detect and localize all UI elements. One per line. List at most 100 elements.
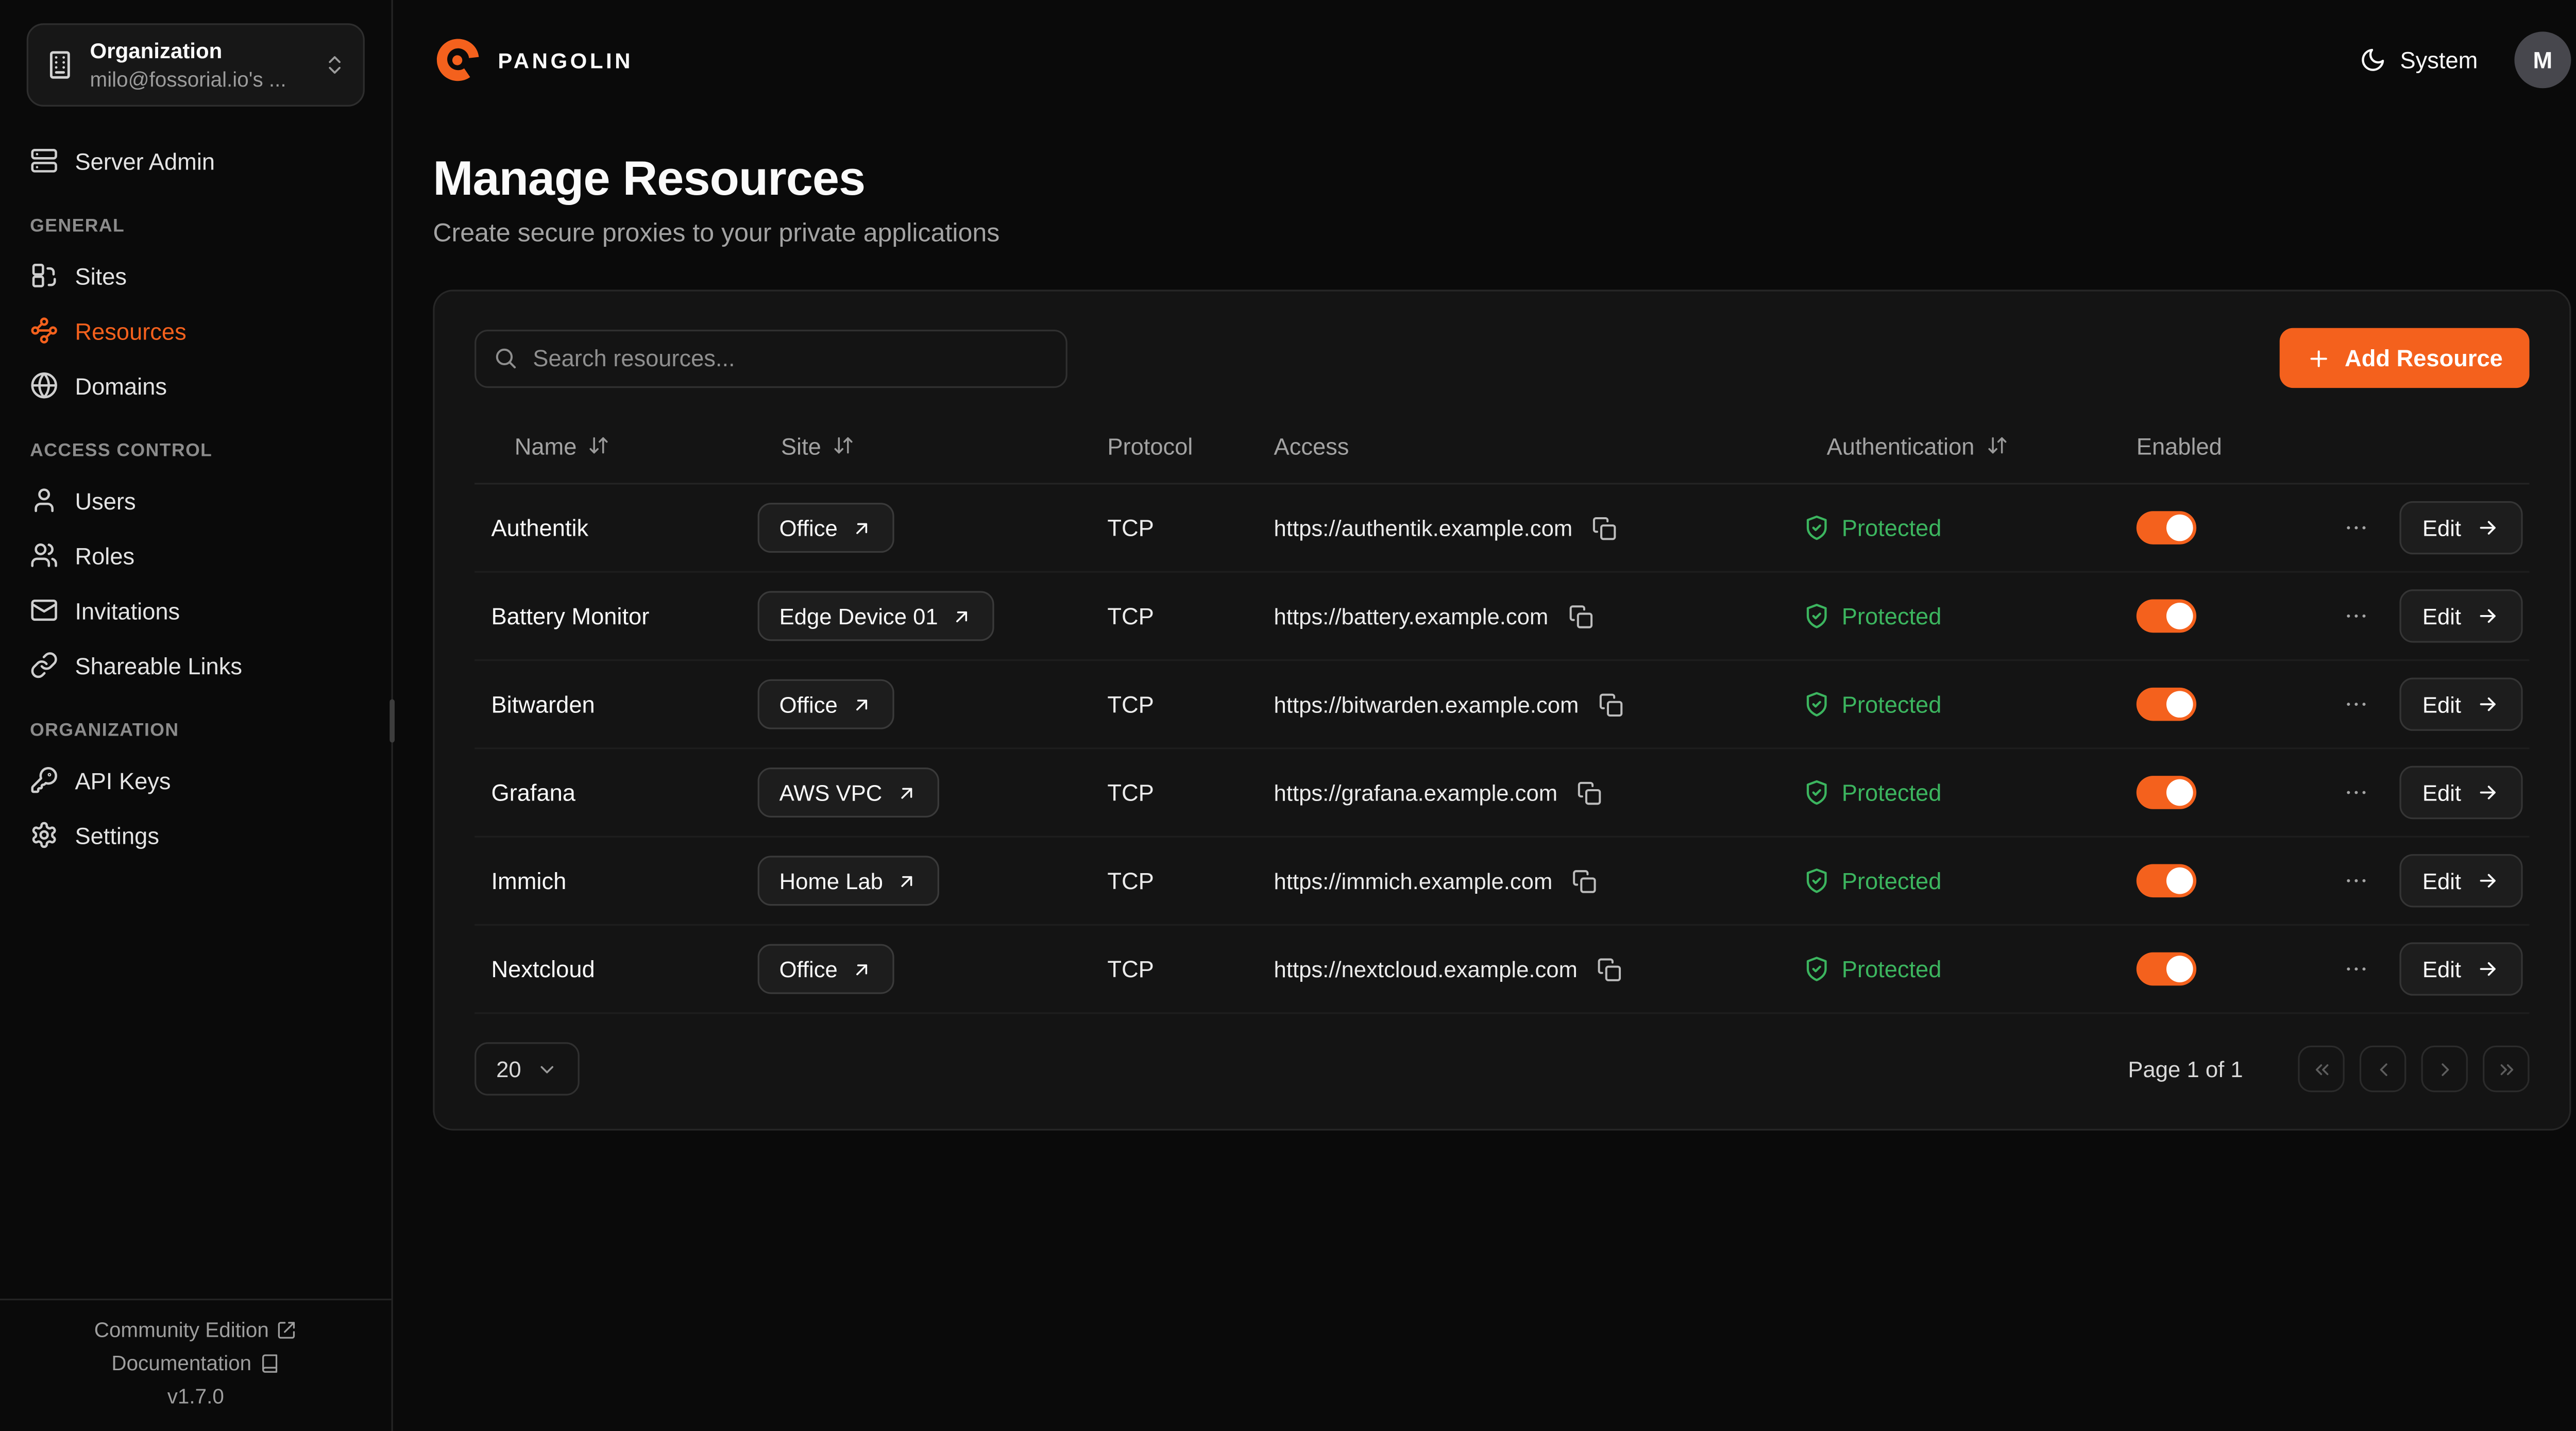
site-link-button[interactable]: Office	[758, 944, 894, 994]
plus-icon	[2307, 346, 2331, 370]
sidebar-item-label: Shareable Links	[75, 653, 242, 679]
site-link-button[interactable]: AWS VPC	[758, 768, 939, 817]
column-header-name[interactable]: Name	[474, 432, 741, 459]
column-header-site[interactable]: Site	[741, 432, 1091, 459]
previous-page-button[interactable]	[2360, 1046, 2406, 1092]
documentation-link[interactable]: Documentation	[111, 1351, 280, 1374]
section-heading-access-control: ACCESS CONTROL	[0, 414, 392, 473]
page-size-select[interactable]: 20	[474, 1042, 580, 1095]
sidebar-item-roles[interactable]: Roles	[0, 529, 392, 584]
next-page-button[interactable]	[2421, 1046, 2467, 1092]
sidebar-item-label: Roles	[75, 542, 134, 569]
sidebar-item-label: Settings	[75, 822, 159, 849]
copy-url-button[interactable]	[1589, 512, 1621, 543]
sites-icon	[30, 262, 58, 291]
column-header-authentication[interactable]: Authentication	[1787, 432, 2120, 459]
toggle-knob	[2166, 691, 2193, 718]
table-row: Grafana AWS VPC TCP https://grafana.exam…	[474, 749, 2529, 837]
sidebar-item-shareable-links[interactable]: Shareable Links	[0, 638, 392, 693]
avatar[interactable]: M	[2514, 31, 2571, 88]
globe-icon	[30, 372, 58, 400]
sidebar-resize-handle[interactable]	[389, 699, 395, 742]
org-selector[interactable]: Organization milo@fossorial.io's ...	[27, 23, 365, 107]
sidebar-item-api-keys[interactable]: API Keys	[0, 753, 392, 808]
toggle-knob	[2166, 867, 2193, 894]
row-menu-button[interactable]	[2336, 508, 2376, 548]
site-link-button[interactable]: Office	[758, 679, 894, 729]
copy-icon	[1598, 957, 1622, 981]
row-menu-button[interactable]	[2336, 684, 2376, 724]
copy-icon	[1592, 515, 1617, 540]
sidebar-item-sites[interactable]: Sites	[0, 249, 392, 304]
copy-url-button[interactable]	[1596, 688, 1627, 720]
external-link-icon	[277, 1320, 297, 1340]
edit-button[interactable]: Edit	[2399, 854, 2523, 907]
mail-icon	[30, 597, 58, 625]
community-edition-link[interactable]: Community Edition	[94, 1318, 297, 1341]
first-page-button[interactable]	[2298, 1046, 2344, 1092]
sort-icon	[1986, 435, 2008, 456]
copy-url-button[interactable]	[1569, 865, 1601, 896]
shield-check-icon	[1803, 515, 1830, 541]
arrow-up-right-icon	[851, 693, 873, 715]
copy-url-button[interactable]	[1574, 777, 1605, 808]
row-menu-button[interactable]	[2336, 861, 2376, 901]
users-icon	[30, 542, 58, 570]
ellipsis-icon	[2343, 779, 2369, 806]
enabled-toggle[interactable]	[2137, 952, 2196, 986]
resource-name: Immich	[474, 867, 741, 894]
row-menu-button[interactable]	[2336, 949, 2376, 989]
arrow-up-right-icon	[851, 517, 873, 539]
copy-url-button[interactable]	[1594, 953, 1625, 984]
row-menu-button[interactable]	[2336, 596, 2376, 636]
site-link-button[interactable]: Home Lab	[758, 856, 940, 906]
shield-check-icon	[1803, 956, 1830, 982]
copy-icon	[1572, 868, 1597, 893]
enabled-toggle[interactable]	[2137, 600, 2196, 633]
sidebar-item-server-admin[interactable]: Server Admin	[0, 134, 392, 189]
shield-check-icon	[1803, 779, 1830, 806]
search-icon	[493, 346, 518, 370]
copy-url-button[interactable]	[1565, 600, 1597, 632]
search-input[interactable]	[474, 329, 1067, 387]
site-link-button[interactable]: Edge Device 01	[758, 591, 995, 641]
resources-card: Add Resource Name Site Protocol Access	[433, 289, 2571, 1130]
chevrons-left-icon	[2311, 1058, 2332, 1080]
resource-name: Authentik	[474, 515, 741, 541]
arrow-right-icon	[2476, 957, 2499, 980]
edit-button[interactable]: Edit	[2399, 942, 2523, 995]
site-link-button[interactable]: Office	[758, 503, 894, 553]
enabled-toggle[interactable]	[2137, 864, 2196, 897]
sidebar-nav: Server Admin GENERAL Sites Resources Dom…	[0, 121, 392, 863]
search-box	[474, 329, 1067, 387]
sidebar-item-resources[interactable]: Resources	[0, 304, 392, 359]
org-selector-text: Organization milo@fossorial.io's ...	[90, 37, 308, 94]
sidebar-item-settings[interactable]: Settings	[0, 808, 392, 863]
toggle-knob	[2166, 603, 2193, 629]
sidebar-item-invitations[interactable]: Invitations	[0, 584, 392, 639]
book-icon	[260, 1353, 280, 1373]
edit-button[interactable]: Edit	[2399, 677, 2523, 730]
table-row: Battery Monitor Edge Device 01 TCP https…	[474, 573, 2529, 661]
edit-button[interactable]: Edit	[2399, 589, 2523, 642]
enabled-toggle[interactable]	[2137, 688, 2196, 721]
resource-protocol: TCP	[1091, 691, 1257, 718]
chevrons-right-icon	[2495, 1058, 2517, 1080]
enabled-toggle[interactable]	[2137, 776, 2196, 809]
resource-name: Nextcloud	[474, 956, 741, 982]
edit-button[interactable]: Edit	[2399, 501, 2523, 554]
brand[interactable]: PANGOLIN	[433, 35, 633, 85]
server-icon	[30, 147, 58, 176]
sidebar-item-users[interactable]: Users	[0, 473, 392, 529]
sidebar-item-domains[interactable]: Domains	[0, 359, 392, 414]
resource-name: Bitwarden	[474, 691, 741, 718]
shield-check-icon	[1803, 691, 1830, 718]
theme-toggle-button[interactable]: System	[2360, 46, 2478, 73]
add-resource-button[interactable]: Add Resource	[2280, 328, 2530, 388]
row-menu-button[interactable]	[2336, 773, 2376, 813]
last-page-button[interactable]	[2483, 1046, 2529, 1092]
edit-button[interactable]: Edit	[2399, 766, 2523, 819]
brand-name: PANGOLIN	[498, 47, 633, 72]
enabled-toggle[interactable]	[2137, 511, 2196, 544]
toggle-knob	[2166, 956, 2193, 982]
